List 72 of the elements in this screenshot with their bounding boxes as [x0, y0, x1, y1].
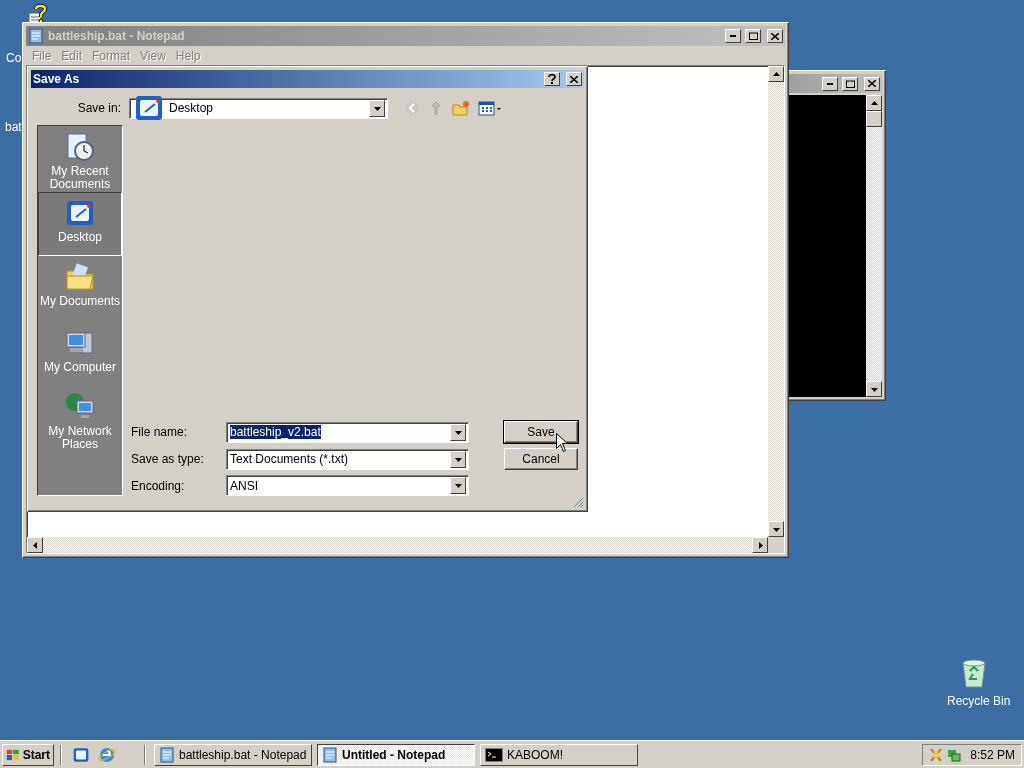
- save-button[interactable]: Save: [504, 421, 578, 443]
- clock[interactable]: 8:52 PM: [970, 747, 1015, 762]
- console-icon: [485, 747, 503, 762]
- combo-field[interactable]: ANSI: [226, 475, 469, 496]
- notepad-icon: [159, 746, 175, 763]
- field-label: Encoding:: [131, 478, 186, 493]
- places-item[interactable]: My Recent Documents: [38, 126, 122, 192]
- notepad-icon: [28, 28, 44, 44]
- taskbar-button[interactable]: battleship.bat - Notepad: [154, 743, 312, 766]
- combo-field[interactable]: Text Documents (*.txt): [226, 448, 469, 470]
- close-button[interactable]: [566, 72, 582, 86]
- places-item[interactable]: My Computer: [38, 322, 122, 386]
- resize-grip-icon: [573, 497, 584, 508]
- up-arrow-icon: [870, 99, 878, 107]
- down-arrow-icon: [870, 385, 878, 393]
- field-label: Save as type:: [131, 452, 205, 466]
- places-item[interactable]: My Documents: [38, 256, 122, 322]
- notepad-icon: [322, 746, 338, 763]
- cancel-button[interactable]: Cancel: [504, 448, 578, 470]
- dialog-title: Save As: [33, 72, 81, 86]
- desktop-icon-label[interactable]: bat: [5, 120, 22, 134]
- save-in-value: Desktop: [169, 101, 214, 115]
- maximize-button[interactable]: [842, 76, 858, 91]
- cursor-icon: [556, 433, 568, 452]
- close-icon: [570, 75, 578, 83]
- maximize-icon: [845, 79, 855, 88]
- down-arrow-icon: [454, 455, 462, 463]
- windows-logo-icon: [6, 747, 20, 762]
- field-label: File name:: [131, 425, 189, 439]
- new-folder-icon: [452, 100, 470, 116]
- left-arrow-icon: [31, 541, 39, 549]
- folder-icon: [64, 261, 96, 293]
- start-button[interactable]: Start: [2, 743, 54, 766]
- save-in-label: Save in:: [76, 101, 121, 115]
- maximize-icon: [748, 32, 758, 40]
- back-icon: [404, 100, 420, 116]
- document-clock-icon: [64, 131, 96, 163]
- maximize-button[interactable]: [745, 29, 761, 43]
- places-item[interactable]: Desktop: [38, 192, 122, 256]
- scroll-thumb[interactable]: [866, 111, 882, 127]
- save-in-dropdown[interactable]: Desktop: [129, 97, 388, 119]
- desktop-icon[interactable]: [72, 745, 90, 764]
- down-arrow-icon: [454, 428, 462, 436]
- tray-app-icon: [929, 746, 943, 763]
- right-arrow-icon: [756, 541, 764, 549]
- browser-icon[interactable]: [98, 745, 116, 764]
- taskbar-button[interactable]: KABOOM!: [480, 743, 638, 766]
- recycle-bin-icon: [959, 657, 989, 689]
- up-arrow-icon: [772, 70, 780, 78]
- close-button[interactable]: [864, 76, 880, 91]
- minimize-button[interactable]: [822, 76, 838, 91]
- places-item[interactable]: My Network Places: [38, 386, 122, 464]
- desktop-icon-label[interactable]: Recycle Bin: [947, 694, 1011, 708]
- down-arrow-icon: [772, 525, 780, 533]
- taskbar-button[interactable]: Untitled - Notepad: [317, 743, 475, 766]
- down-arrow-icon: [373, 104, 381, 112]
- combo-field[interactable]: battleship_v2.bat: [226, 421, 469, 443]
- minimize-icon: [827, 82, 833, 85]
- close-icon: [771, 32, 779, 40]
- minimize-button[interactable]: [725, 29, 741, 43]
- minimize-icon: [730, 35, 736, 37]
- down-arrow-icon: [454, 482, 462, 489]
- vertical-scrollbar[interactable]: [866, 95, 882, 397]
- scrollbar-corner: [768, 537, 784, 553]
- window-title: battleship.bat - Notepad: [48, 29, 186, 43]
- close-icon: [868, 80, 876, 87]
- close-button[interactable]: [767, 29, 783, 43]
- vertical-scrollbar[interactable]: [768, 66, 784, 537]
- desktop-icon-label[interactable]: Co: [6, 51, 22, 65]
- help-button[interactable]: [544, 72, 560, 86]
- view-menu-icon: [478, 100, 502, 116]
- horizontal-scrollbar[interactable]: [27, 537, 768, 553]
